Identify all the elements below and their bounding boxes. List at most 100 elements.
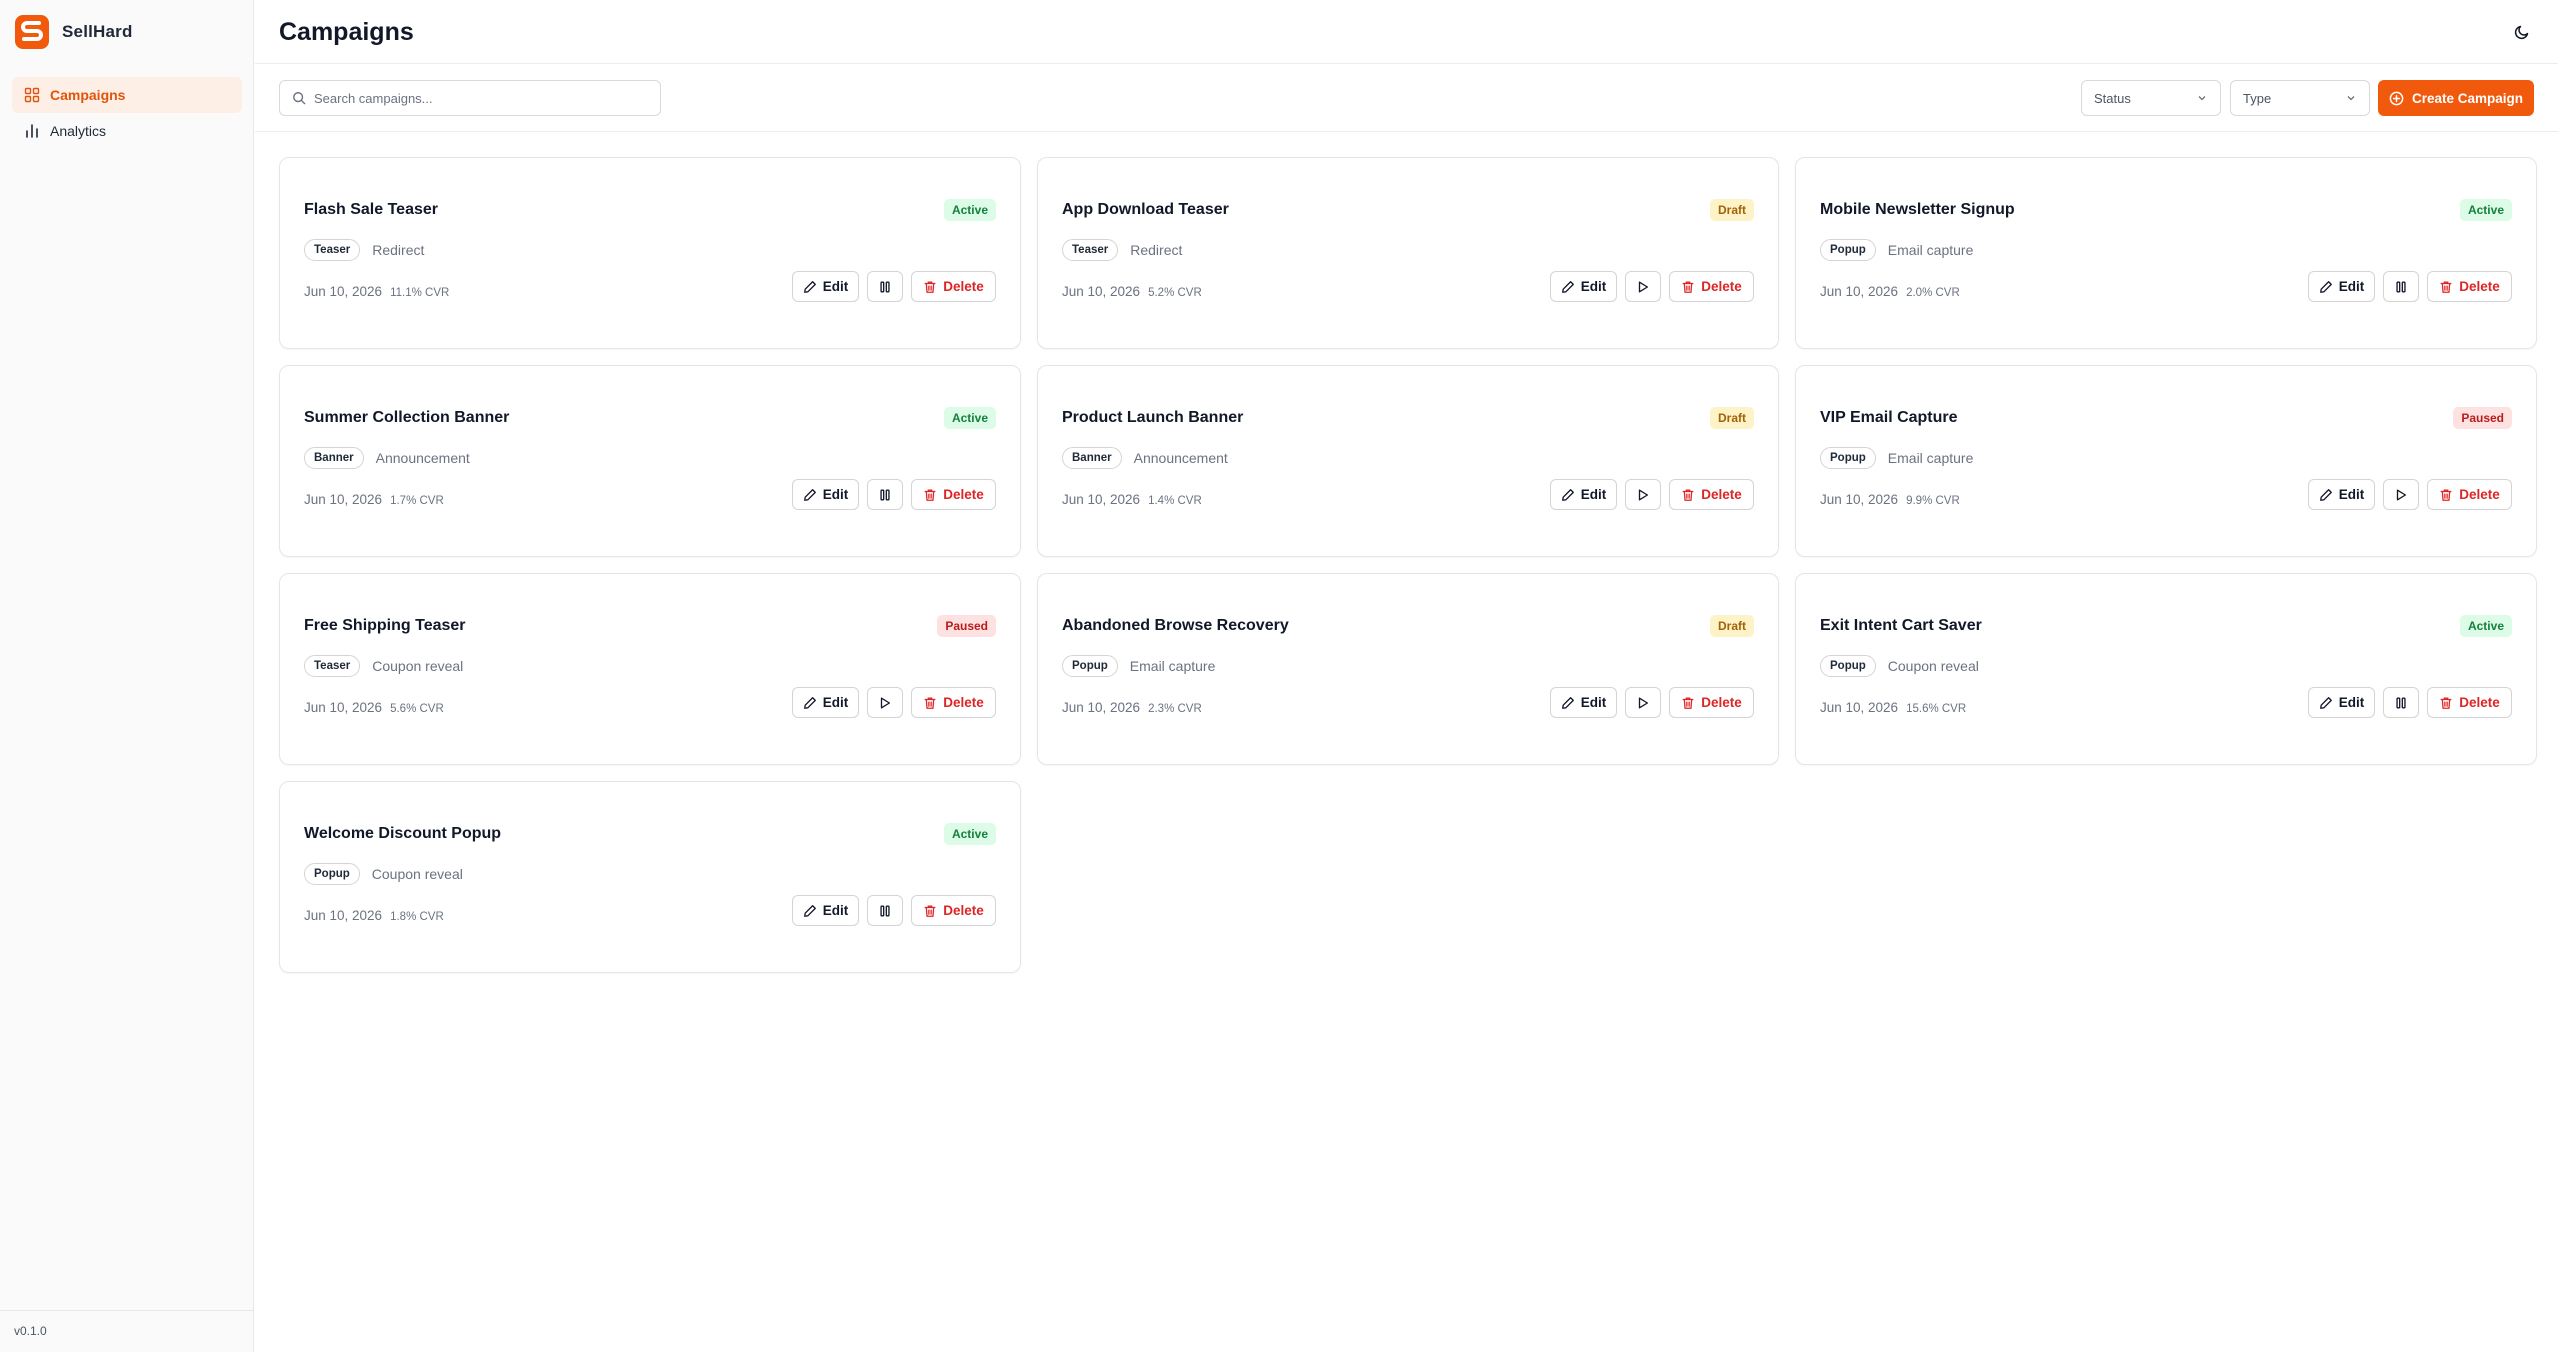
edit-button[interactable]: Edit: [1550, 687, 1617, 718]
status-badge: Paused: [937, 615, 996, 637]
campaign-cvr: 1.4% CVR: [1148, 495, 1202, 507]
campaign-card[interactable]: Exit Intent Cart Saver Active Popup Coup…: [1795, 573, 2537, 765]
campaign-card[interactable]: App Download Teaser Draft Teaser Redirec…: [1037, 157, 1779, 349]
edit-button[interactable]: Edit: [1550, 479, 1617, 510]
create-campaign-button[interactable]: Create Campaign: [2378, 80, 2534, 116]
edit-button[interactable]: Edit: [1550, 271, 1617, 302]
delete-button[interactable]: Delete: [911, 479, 996, 510]
card-actions: Edit Delete: [2308, 479, 2512, 510]
pause-button[interactable]: [867, 479, 903, 510]
trash-icon: [1682, 281, 1694, 293]
grid-icon: [24, 87, 40, 103]
campaign-date: Jun 10, 2026: [304, 284, 383, 299]
pause-icon: [880, 281, 890, 292]
status-filter-select[interactable]: Status: [2081, 80, 2221, 116]
campaign-meta: Popup Coupon reveal: [304, 863, 463, 885]
delete-button[interactable]: Delete: [1669, 271, 1754, 302]
campaign-card[interactable]: Flash Sale Teaser Active Teaser Redirect…: [279, 157, 1021, 349]
pause-icon: [2396, 697, 2406, 708]
campaign-meta: Teaser Coupon reveal: [304, 655, 463, 677]
plus-circle-icon: [2389, 91, 2404, 105]
trash-icon: [1682, 489, 1694, 501]
delete-label: Delete: [943, 487, 984, 502]
campaign-card[interactable]: Free Shipping Teaser Paused Teaser Coupo…: [279, 573, 1021, 765]
play-button[interactable]: [2383, 479, 2419, 510]
edit-button[interactable]: Edit: [792, 479, 859, 510]
sidebar-item-campaigns[interactable]: Campaigns: [12, 77, 242, 113]
campaign-grid: Flash Sale Teaser Active Teaser Redirect…: [279, 157, 2537, 973]
delete-label: Delete: [943, 695, 984, 710]
trash-icon: [924, 697, 936, 709]
status-filter-value: Status: [2094, 90, 2131, 106]
brand-name: SellHard: [62, 22, 133, 41]
chevron-down-icon: [2347, 96, 2355, 101]
campaign-meta: Popup Email capture: [1062, 655, 1215, 677]
pencil-icon: [2319, 488, 2332, 501]
pencil-icon: [2319, 696, 2332, 709]
play-button[interactable]: [1625, 271, 1661, 302]
delete-button[interactable]: Delete: [911, 271, 996, 302]
delete-label: Delete: [943, 903, 984, 918]
campaign-cvr: 5.6% CVR: [390, 703, 444, 715]
edit-button[interactable]: Edit: [792, 895, 859, 926]
trash-icon: [2440, 489, 2452, 501]
brand[interactable]: SellHard: [14, 14, 133, 50]
edit-label: Edit: [1580, 487, 1607, 502]
campaign-title: Mobile Newsletter Signup: [1820, 201, 2015, 218]
pause-button[interactable]: [867, 895, 903, 926]
edit-label: Edit: [2338, 487, 2365, 502]
sidebar-item-analytics[interactable]: Analytics: [12, 113, 242, 149]
search-input[interactable]: [314, 90, 634, 106]
theme-toggle-button[interactable]: [2510, 20, 2534, 44]
campaign-cvr: 15.6% CVR: [1906, 703, 1967, 715]
edit-button[interactable]: Edit: [2308, 687, 2375, 718]
type-badge: Popup: [1820, 655, 1876, 677]
delete-button[interactable]: Delete: [2427, 687, 2512, 718]
campaign-date: Jun 10, 2026: [1820, 700, 1899, 715]
pause-button[interactable]: [2383, 271, 2419, 302]
edit-button[interactable]: Edit: [792, 271, 859, 302]
trash-icon: [1682, 697, 1694, 709]
campaign-cvr: 9.9% CVR: [1906, 495, 1960, 507]
trash-icon: [924, 489, 936, 501]
search-box: [279, 80, 661, 116]
campaign-card[interactable]: Product Launch Banner Draft Banner Annou…: [1037, 365, 1779, 557]
campaign-title: Welcome Discount Popup: [304, 825, 502, 842]
card-actions: Edit Delete: [792, 895, 996, 926]
play-button[interactable]: [867, 687, 903, 718]
delete-button[interactable]: Delete: [2427, 479, 2512, 510]
campaign-date: Jun 10, 2026: [1820, 492, 1899, 507]
play-button[interactable]: [1625, 687, 1661, 718]
delete-button[interactable]: Delete: [2427, 271, 2512, 302]
delete-button[interactable]: Delete: [911, 687, 996, 718]
campaign-card[interactable]: VIP Email Capture Paused Popup Email cap…: [1795, 365, 2537, 557]
play-icon: [1638, 697, 1649, 708]
pause-button[interactable]: [2383, 687, 2419, 718]
delete-label: Delete: [1701, 279, 1742, 294]
campaign-card[interactable]: Abandoned Browse Recovery Draft Popup Em…: [1037, 573, 1779, 765]
campaign-cvr: 11.1% CVR: [390, 287, 450, 299]
delete-button[interactable]: Delete: [1669, 479, 1754, 510]
play-button[interactable]: [1625, 479, 1661, 510]
type-filter-value: Type: [2243, 90, 2272, 106]
edit-button[interactable]: Edit: [792, 687, 859, 718]
delete-button[interactable]: Delete: [911, 895, 996, 926]
delete-button[interactable]: Delete: [1669, 687, 1754, 718]
campaign-stats: Jun 10, 2026 5.6% CVR: [304, 700, 444, 715]
campaign-card[interactable]: Summer Collection Banner Active Banner A…: [279, 365, 1021, 557]
page-title: Campaigns: [279, 18, 414, 46]
status-badge: Draft: [1709, 199, 1754, 221]
campaign-card[interactable]: Welcome Discount Popup Active Popup Coup…: [279, 781, 1021, 973]
search-icon: [293, 92, 306, 105]
pause-button[interactable]: [867, 271, 903, 302]
version-label: v0.1.0: [0, 1310, 254, 1352]
pencil-icon: [2319, 280, 2332, 293]
delete-label: Delete: [2459, 487, 2500, 502]
type-filter-select[interactable]: Type: [2230, 80, 2370, 116]
campaign-card[interactable]: Mobile Newsletter Signup Active Popup Em…: [1795, 157, 2537, 349]
status-badge: Active: [2459, 615, 2512, 637]
edit-button[interactable]: Edit: [2308, 271, 2375, 302]
campaign-title: Abandoned Browse Recovery: [1062, 617, 1289, 634]
campaign-cvr: 2.0% CVR: [1906, 287, 1960, 299]
edit-button[interactable]: Edit: [2308, 479, 2375, 510]
